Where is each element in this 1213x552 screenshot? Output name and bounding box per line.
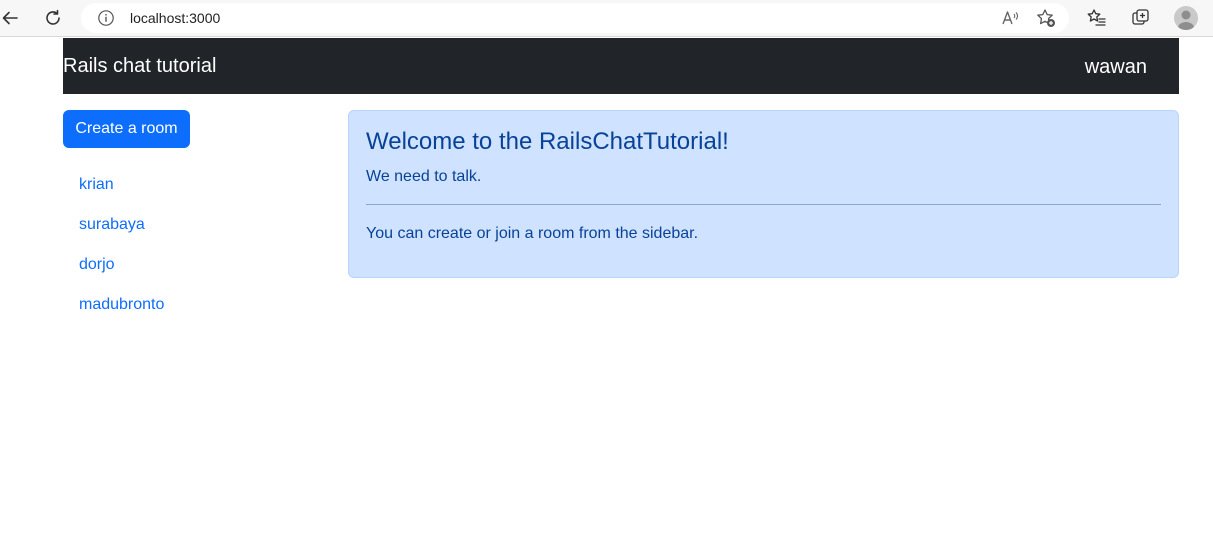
list-item: krian	[63, 168, 180, 208]
list-item: dorjo	[63, 248, 180, 288]
divider	[366, 204, 1161, 205]
address-bar[interactable]: localhost:3000	[81, 3, 1069, 33]
room-link-dorjo[interactable]: dorjo	[63, 248, 180, 282]
list-item: madubronto	[63, 288, 180, 328]
star-plus-icon[interactable]	[1036, 8, 1056, 28]
room-link-krian[interactable]: krian	[63, 168, 180, 202]
browser-toolbar: localhost:3000	[0, 0, 1213, 37]
read-aloud-icon[interactable]	[1000, 8, 1020, 28]
collections-icon[interactable]	[1129, 6, 1153, 30]
alert-heading: Welcome to the RailsChatTutorial!	[366, 128, 729, 155]
arrow-left-icon[interactable]	[0, 6, 22, 30]
room-link-surabaya[interactable]: surabaya	[63, 208, 180, 242]
list-item: surabaya	[63, 208, 180, 248]
url-text[interactable]: localhost:3000	[130, 10, 220, 26]
navbar-brand[interactable]: Rails chat tutorial	[63, 54, 216, 78]
reload-icon[interactable]	[41, 6, 65, 30]
profile-avatar-icon[interactable]	[1174, 6, 1198, 30]
welcome-alert: Welcome to the RailsChatTutorial! We nee…	[348, 110, 1179, 278]
favorites-list-icon[interactable]	[1085, 6, 1109, 30]
alert-text: We need to talk.	[366, 168, 482, 185]
navbar: Rails chat tutorial wawan	[63, 38, 1179, 94]
navbar-username[interactable]: wawan	[1085, 55, 1147, 79]
create-room-button[interactable]: Create a room	[63, 110, 190, 148]
info-icon[interactable]	[97, 9, 115, 27]
room-list: krian surabaya dorjo madubronto	[63, 168, 180, 328]
room-link-madubronto[interactable]: madubronto	[63, 288, 180, 322]
alert-hint: You can create or join a room from the s…	[366, 225, 699, 242]
